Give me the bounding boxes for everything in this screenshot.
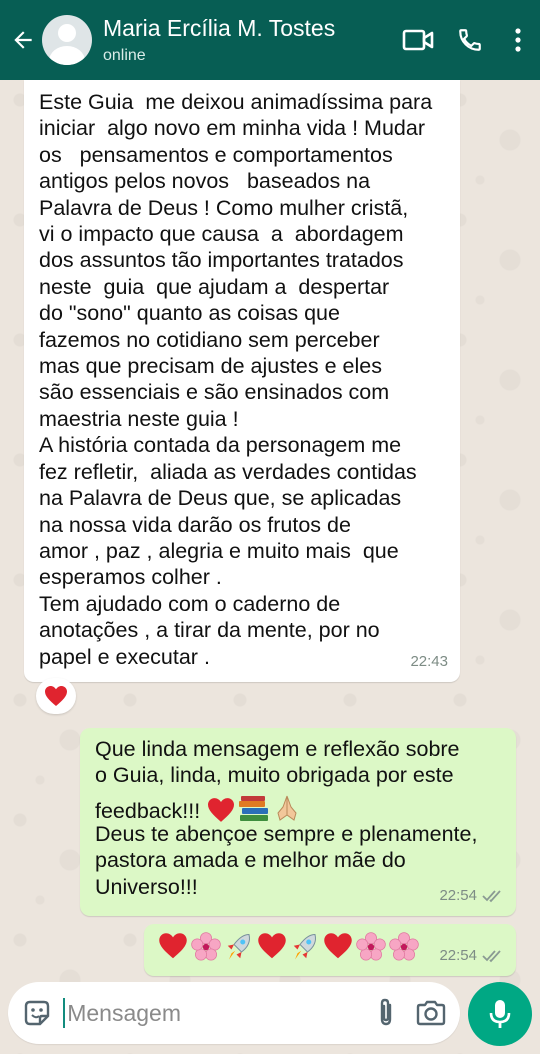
sticker-button[interactable] [14,982,59,1044]
video-call-icon [402,29,434,51]
emoji-row [158,932,419,962]
outgoing-emoji-message[interactable]: 22:54 [144,924,516,976]
blossom-emoji-icon [389,932,419,961]
message-reaction[interactable] [36,678,76,714]
double-check-icon [482,950,501,963]
message-line: o Guia, linda, muito obrigada por este [95,763,454,788]
heart-emoji-icon [324,933,352,959]
microphone-icon [489,1000,511,1028]
message-text: Este Guia me deixou animadíssima para in… [39,90,433,669]
message-line: Que linda mensagem e reflexão sobre [95,737,460,761]
message-time: 22:43 [410,652,448,670]
double-check-icon [482,890,501,903]
message-meta: 22:54 [439,883,504,909]
paperclip-icon [380,998,392,1026]
message-composer [8,982,460,1044]
message-body: Que linda mensagem e reflexão sobre o Gu… [95,736,477,900]
more-options-icon [515,28,521,52]
more-options-button[interactable] [496,0,540,80]
heart-emoji-icon [159,933,187,959]
message-line: Deus te abençoe sempre e plenamente, pas… [95,821,478,899]
back-arrow-icon [14,31,32,49]
heart-emoji-icon [208,797,235,822]
blossom-emoji-icon [191,932,221,961]
voice-call-button[interactable] [444,0,496,80]
camera-icon [417,1000,446,1026]
video-call-button[interactable] [392,0,444,80]
outgoing-message[interactable]: Que linda mensagem e reflexão sobre o Gu… [80,728,516,916]
contact-status: online [103,47,146,64]
contact-info[interactable]: Maria Ercília M. Tostes online [103,14,392,66]
message-input[interactable] [65,993,364,1033]
heart-emoji-icon [45,686,67,706]
camera-button[interactable] [409,982,454,1044]
voice-message-button[interactable] [468,982,532,1046]
message-line: feedback!!! [95,789,477,823]
message-time: 22:54 [439,946,477,964]
phone-icon [459,29,481,51]
avatar[interactable] [42,15,92,65]
chat-header: Maria Ercília M. Tostes online [0,0,540,80]
heart-emoji-icon [258,933,286,959]
contact-name: Maria Ercília M. Tostes [103,15,336,41]
rocket-emoji-icon [227,933,250,960]
message-meta: 22:54 [439,943,504,969]
back-button[interactable] [4,0,42,80]
rocket-emoji-icon [293,933,316,960]
blossom-emoji-icon [356,932,386,961]
message-line-text: feedback!!! [95,798,207,823]
message-meta: 22:43 [410,649,448,675]
message-time: 22:54 [439,886,477,904]
incoming-message[interactable]: Este Guia me deixou animadíssima para in… [24,80,460,682]
sticker-icon [24,1000,49,1026]
attach-button[interactable] [363,982,408,1044]
praying-hands-emoji-icon [277,795,297,821]
books-emoji-icon [239,795,269,821]
